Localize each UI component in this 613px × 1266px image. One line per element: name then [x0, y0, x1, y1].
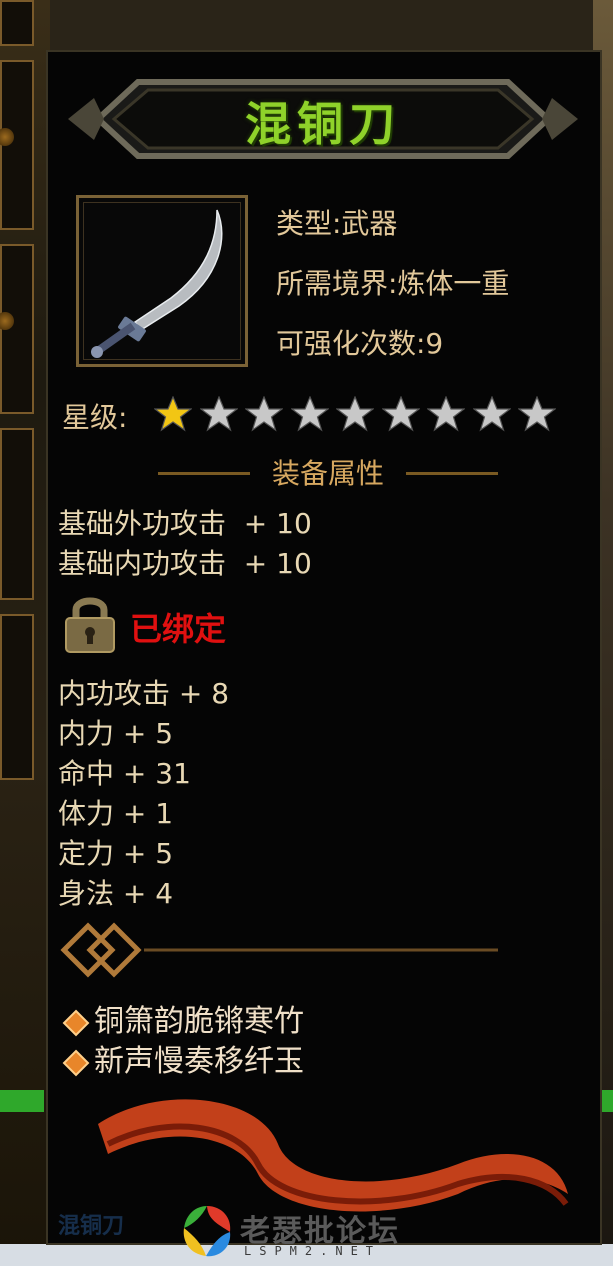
- title-frame: 混铜刀: [68, 74, 578, 164]
- bound-status: 已绑定: [130, 610, 227, 648]
- star-empty-icon: [289, 395, 330, 432]
- star-empty-icon: [335, 395, 375, 432]
- star-empty-icon: [426, 395, 466, 432]
- lock-icon: [62, 592, 118, 654]
- equipment-slot[interactable]: [0, 0, 34, 46]
- base-attribute: 基础外功攻击 + 10: [58, 507, 312, 540]
- star-empty-icon: [244, 395, 284, 432]
- suit-verse: 新声慢奏移纤玉: [62, 1036, 304, 1080]
- item-enhance-count: 可强化次数:9: [276, 327, 444, 360]
- bonus-attribute: 命中 + 31: [58, 757, 191, 790]
- suit-verse-text: 铜箫韵脆锵寒竹: [94, 1004, 304, 1039]
- watermark-ghost-text: 混铜刀: [58, 1214, 125, 1239]
- bonus-attribute: 身法 + 4: [58, 877, 174, 910]
- gem-icon: [0, 128, 14, 147]
- bonus-attribute: 内力 + 5: [58, 717, 174, 750]
- bonus-attribute: 体力 + 1: [58, 797, 174, 830]
- bonus-attribute: 定力 + 5: [58, 837, 174, 870]
- site-url: LSPM2.NET: [244, 1244, 382, 1258]
- bonus-attribute: 内功攻击 + 8: [58, 677, 230, 710]
- star-empty-icon: [380, 395, 421, 432]
- suit-verse: 铜箫韵脆锵寒竹: [62, 996, 304, 1040]
- equip-attributes-title: 装备属性: [271, 457, 384, 490]
- equipment-slot[interactable]: [0, 614, 34, 780]
- star-filled-icon: [153, 395, 193, 432]
- star-empty-icon: [198, 395, 239, 432]
- diamond-icon: [62, 1009, 90, 1036]
- star-rating-label: 星级:: [62, 401, 128, 434]
- item-realm-requirement: 所需境界:炼体一重: [276, 267, 510, 300]
- item-icon-frame: [76, 195, 248, 367]
- equipment-slot[interactable]: [0, 244, 34, 414]
- base-attribute: 基础内功攻击 + 10: [58, 547, 312, 580]
- item-name: 混铜刀: [245, 97, 401, 151]
- gem-icon: [0, 312, 14, 331]
- health-bar: [0, 1090, 44, 1112]
- suit-verse-text: 新声慢奏移纤玉: [94, 1044, 304, 1079]
- star-empty-icon: [471, 395, 512, 432]
- site-logo-icon: [183, 1206, 231, 1257]
- ornament-divider: [58, 920, 508, 980]
- item-tooltip: 混铜刀 类型:武器 所需境界:炼体一重 可强化次数:9 星级: 装备属性 基础外…: [46, 50, 602, 1245]
- star-empty-icon: [517, 395, 557, 432]
- diamond-icon: [62, 1049, 90, 1076]
- equipment-slot[interactable]: [0, 60, 34, 230]
- equipment-slot[interactable]: [0, 428, 34, 600]
- sabre-icon: [91, 209, 223, 358]
- site-watermark: 老瑟批论坛 LSPM2.NET: [178, 1200, 438, 1262]
- equip-attributes-header: 装备属性: [158, 450, 498, 490]
- item-type: 类型:武器: [276, 207, 398, 240]
